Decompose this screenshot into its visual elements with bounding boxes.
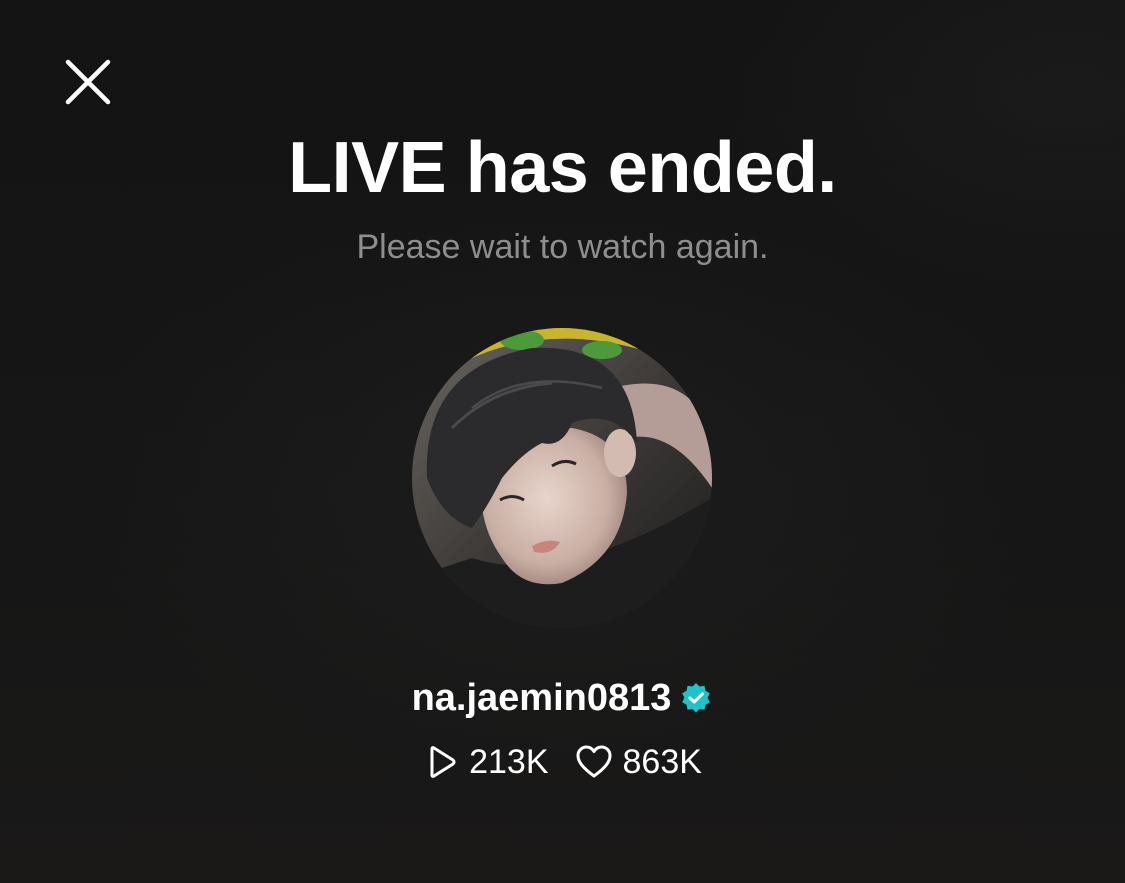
close-icon	[65, 59, 111, 105]
stats-row: 213K 863K	[0, 740, 1125, 784]
likes-count: 863K	[622, 743, 702, 781]
username: na.jaemin0813	[411, 677, 672, 719]
plays-stat: 213K	[423, 740, 549, 784]
play-icon	[430, 746, 456, 778]
username-row[interactable]: na.jaemin0813	[0, 674, 1125, 722]
close-button[interactable]	[58, 52, 118, 112]
profile-photo	[412, 328, 712, 628]
likes-stat: 863K	[575, 740, 702, 784]
page-subtitle: Please wait to watch again.	[356, 228, 769, 266]
verified-badge-icon	[682, 683, 711, 713]
avatar[interactable]	[412, 328, 712, 628]
plays-count: 213K	[469, 743, 549, 781]
heart-icon	[576, 745, 611, 778]
page-title: LIVE has ended.	[288, 128, 837, 208]
